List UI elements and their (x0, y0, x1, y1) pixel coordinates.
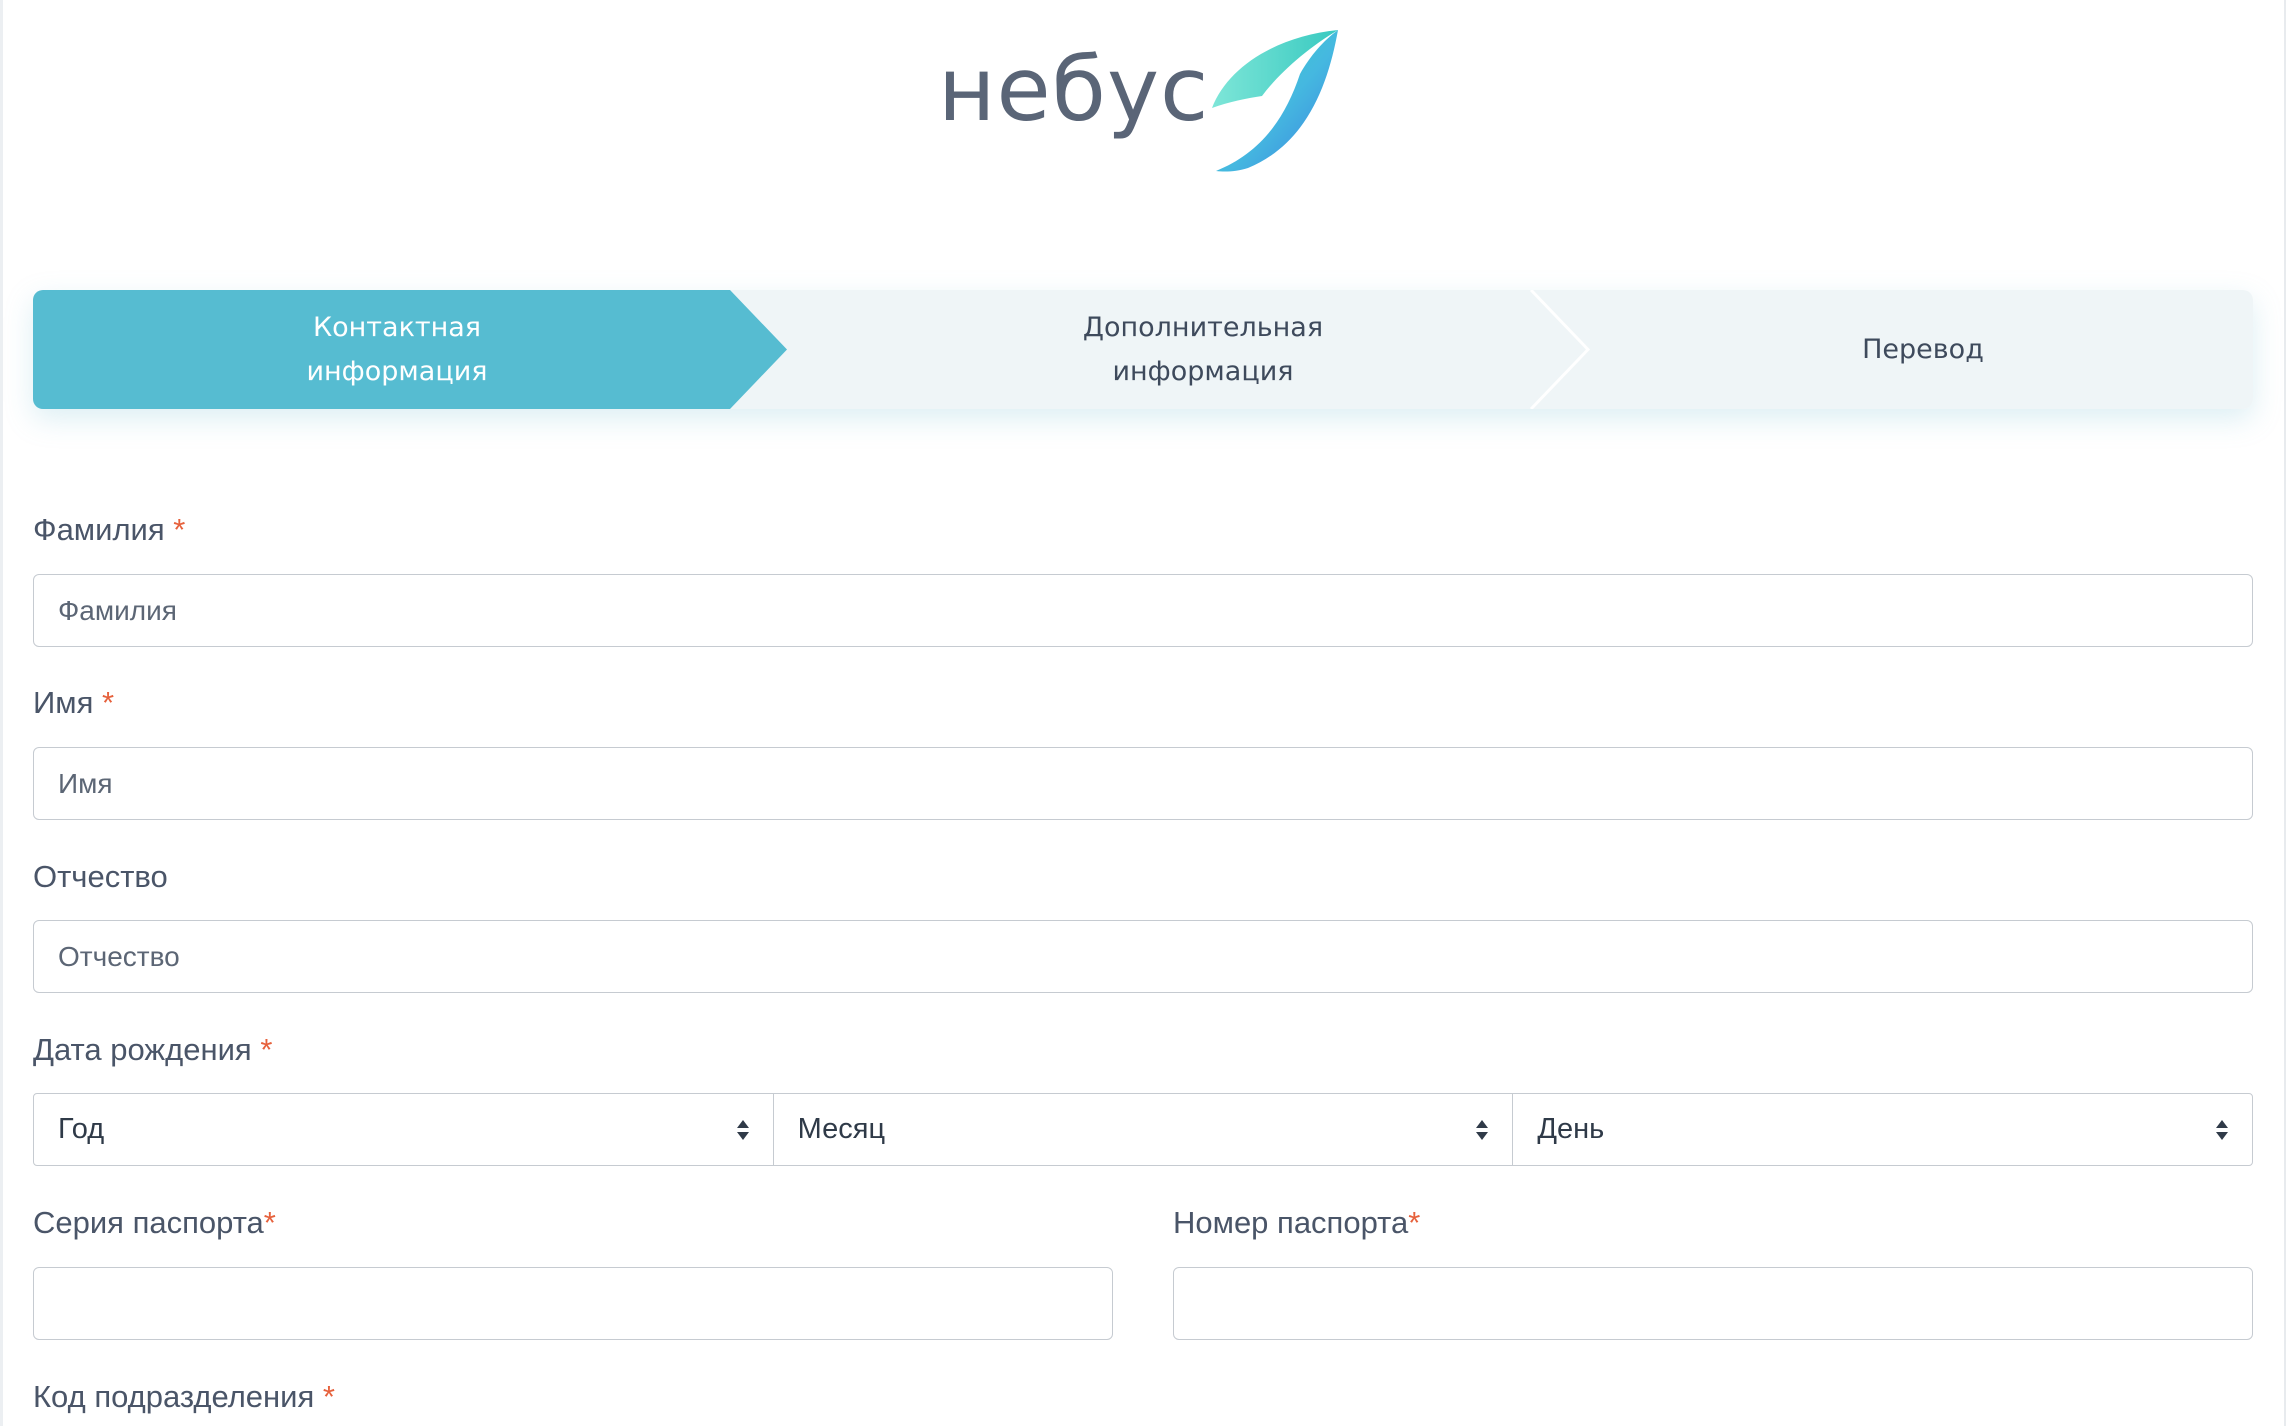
first-name-input[interactable] (33, 747, 2253, 820)
patronymic-label: Отчество (33, 859, 168, 894)
step-contact-info[interactable]: Контактная информация (33, 290, 761, 409)
birth-date-selects: Год Месяц День (33, 1093, 2253, 1166)
division-code-label: Код подразделения * (33, 1379, 335, 1414)
select-arrows-icon (736, 1119, 749, 1140)
passport-series-input[interactable] (33, 1267, 1113, 1340)
step-transfer[interactable]: Перевод (1593, 290, 2253, 409)
step-wizard: Контактная информация Дополнительная инф… (33, 290, 2253, 409)
last-name-input[interactable] (33, 574, 2253, 647)
brand-name: небус (938, 38, 1210, 141)
patronymic-input[interactable] (33, 920, 2253, 993)
last-name-label: Фамилия * (33, 512, 186, 547)
step-additional-info[interactable]: Дополнительная информация (793, 290, 1613, 409)
brand-logo: небус (938, 26, 1348, 176)
required-mark: * (173, 512, 186, 547)
passport-series-label: Серия паспорта* (33, 1205, 276, 1240)
passport-number-label: Номер паспорта* (1173, 1205, 1421, 1240)
required-mark: * (263, 1205, 276, 1240)
brand-leaf-icon (1212, 30, 1338, 172)
birth-year-select[interactable]: Год (34, 1094, 774, 1165)
select-arrows-icon (1476, 1119, 1489, 1140)
required-mark: * (102, 685, 115, 720)
select-arrows-icon (2216, 1119, 2229, 1140)
passport-number-input[interactable] (1173, 1267, 2253, 1340)
birth-day-select[interactable]: День (1513, 1094, 2252, 1165)
required-mark: * (322, 1379, 335, 1414)
required-mark: * (260, 1032, 273, 1067)
birth-month-select[interactable]: Месяц (774, 1094, 1514, 1165)
first-name-label: Имя * (33, 685, 115, 720)
required-mark: * (1408, 1205, 1421, 1240)
birth-date-label: Дата рождения * (33, 1032, 273, 1067)
left-border (0, 0, 3, 1426)
